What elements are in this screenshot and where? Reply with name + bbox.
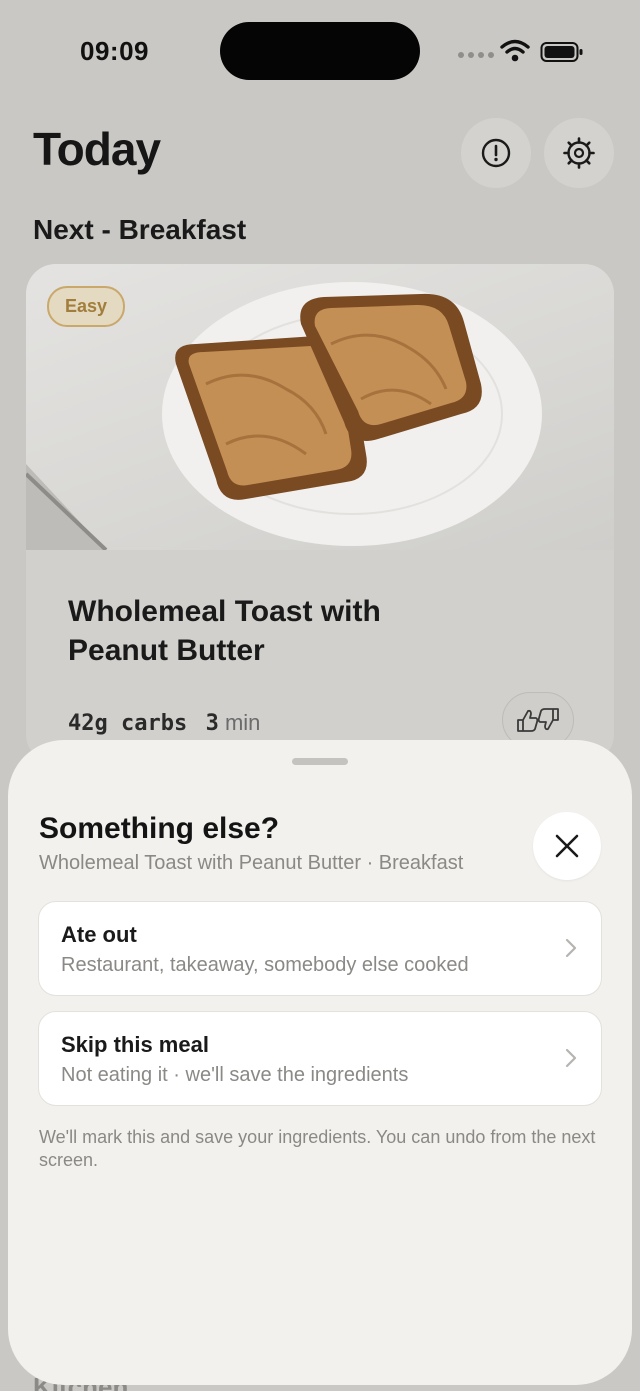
settings-button[interactable] [544,118,614,188]
option-description: Not eating it · we'll save the ingredien… [61,1064,409,1086]
dynamic-island [220,22,420,80]
chevron-right-icon [565,938,577,958]
close-button[interactable] [533,812,601,880]
cellular-signal-icon [458,52,494,58]
option-label: Skip this meal [61,1032,209,1057]
option-ate-out[interactable]: Ate out Restaurant, takeaway, somebody e… [38,901,602,996]
battery-icon [540,42,583,62]
something-else-sheet: Something else? Wholemeal Toast with Pea… [8,740,632,1385]
meal-photo: Easy [26,264,614,552]
difficulty-badge: Easy [47,286,126,327]
wifi-icon [500,39,530,62]
section-title: Next - Breakfast [33,214,247,245]
meal-time-value: 3 [205,711,219,736]
alert-button[interactable] [461,118,531,188]
gear-icon [563,137,595,169]
meal-title: Wholemeal Toast with Peanut Butter [68,595,381,667]
sheet-grabber[interactable] [292,758,348,765]
sheet-subtitle: Wholemeal Toast with Peanut Butter · Bre… [39,852,464,874]
meal-carbs: 42g carbs [68,711,188,736]
thumbs-up-down-icon [517,708,559,732]
page-title: Today [33,123,161,175]
sheet-title: Something else? [39,812,280,845]
meal-meta: 42g carbs 3 min [68,710,260,736]
option-description: Restaurant, takeaway, somebody else cook… [61,954,469,976]
option-label: Ate out [61,922,137,947]
alert-circle-icon [481,138,511,168]
option-skip-meal[interactable]: Skip this meal Not eating it · we'll sav… [38,1011,602,1106]
meal-time-unit: min [224,710,261,735]
status-time: 09:09 [80,36,149,66]
chevron-right-icon [565,1048,577,1068]
sheet-footnote: We'll mark this and save your ingredient… [39,1127,596,1170]
meal-card[interactable]: Easy Wholemeal Toast with Peanut Butter … [26,264,614,764]
close-icon [555,834,579,858]
